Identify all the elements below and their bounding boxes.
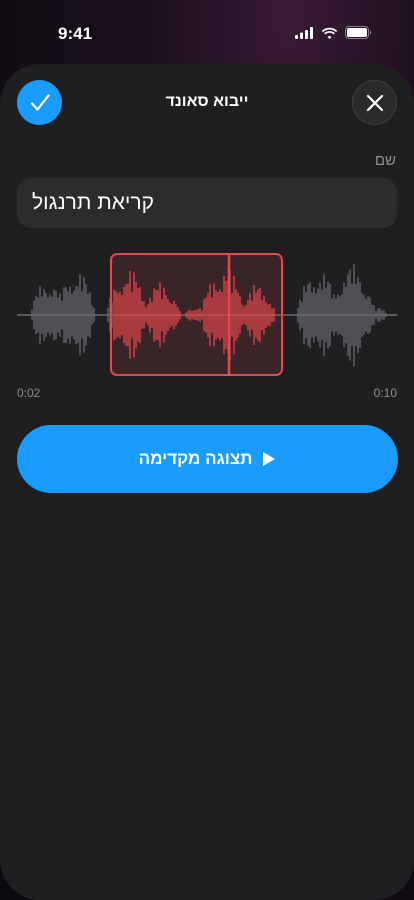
status-icons <box>295 26 372 39</box>
audio-trimmer[interactable] <box>0 252 414 382</box>
status-time: 9:41 <box>58 24 93 43</box>
trim-selection[interactable] <box>110 253 283 376</box>
waveform <box>17 253 397 376</box>
trim-end-time: 0:10 <box>373 386 397 400</box>
preview-button-label: תצוגה מקדימה <box>138 449 253 468</box>
wifi-icon <box>321 27 338 39</box>
close-icon <box>366 94 383 111</box>
close-button[interactable] <box>352 80 397 125</box>
name-input[interactable]: קריאת תרנגול <box>17 178 397 228</box>
battery-icon <box>345 26 372 39</box>
name-input-value: קריאת תרנגול <box>32 191 154 214</box>
trim-start-time: 0:02 <box>17 386 41 400</box>
name-field-label: שם <box>374 152 396 169</box>
import-sound-sheet: ייבוא סאונד שם קריאת תרנגול 0:02 0:10 תצ… <box>0 64 414 900</box>
play-icon <box>263 452 276 466</box>
status-bar: 9:41 <box>0 0 414 64</box>
preview-button[interactable]: תצוגה מקדימה <box>17 425 398 493</box>
cellular-signal-icon <box>295 26 313 39</box>
